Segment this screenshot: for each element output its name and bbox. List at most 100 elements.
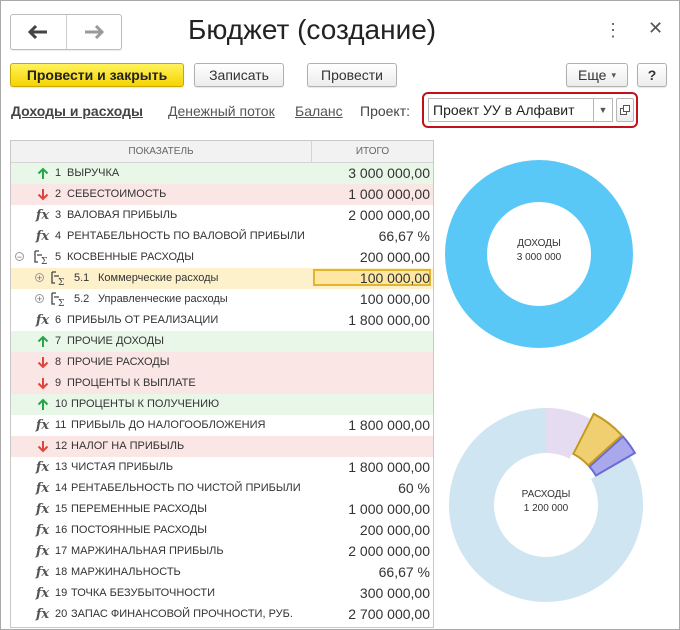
table-row[interactable]: fx 20 ЗАПАС ФИНАНСОВОЙ ПРОЧНОСТИ, РУБ. 2 70… — [11, 604, 433, 625]
row-total-value[interactable]: 1 000 000,00 — [348, 186, 430, 202]
arrow-up-icon — [34, 396, 51, 413]
table-row[interactable]: fx 16 ПОСТОЯННЫЕ РАСХОДЫ 200 000,00 — [11, 520, 433, 541]
post-and-close-button[interactable]: Провести и закрыть — [10, 63, 184, 87]
column-header-total[interactable]: ИТОГО — [312, 141, 433, 162]
nav-button-group — [10, 14, 122, 50]
row-number: 8 — [55, 356, 62, 368]
forward-button[interactable] — [65, 15, 122, 49]
donut-center-value: 1 200 000 — [524, 503, 569, 514]
row-total-value[interactable]: 100 000,00 — [360, 291, 430, 307]
help-button[interactable]: ? — [637, 63, 667, 87]
expand-icon[interactable]: + — [35, 273, 44, 283]
save-button[interactable]: Записать — [194, 63, 284, 87]
table-row[interactable]: − Σ 5 КОСВЕННЫЕ РАСХОДЫ 200 000,00 — [11, 247, 433, 268]
row-total-value[interactable]: 1 000 000,00 — [348, 501, 430, 517]
chevron-down-icon: ▼ — [598, 105, 608, 115]
row-number: 5 — [55, 251, 62, 263]
post-button[interactable]: Провести — [307, 63, 397, 87]
table-row[interactable]: fx 3 ВАЛОВАЯ ПРИБЫЛЬ 2 000 000,00 — [11, 205, 433, 226]
table-body: 1 ВЫРУЧКА 3 000 000,00 2 СЕБЕСТОИМОСТЬ 1 000 … — [11, 163, 433, 625]
table-row[interactable]: fx 14 РЕНТАБЕЛЬНОСТЬ ПО ЧИСТОЙ ПРИБЫЛИ 60 % — [11, 478, 433, 499]
expand-icon[interactable]: + — [35, 294, 44, 304]
row-number: 7 — [55, 335, 62, 347]
column-header-indicator[interactable]: ПОКАЗАТЕЛЬ — [11, 141, 312, 162]
tab-cash-flow[interactable]: Денежный поток — [168, 103, 275, 119]
project-input[interactable]: Проект УУ в Алфавит — [428, 98, 594, 122]
project-dropdown-button[interactable]: ▼ — [593, 98, 613, 122]
formula-icon: fx — [35, 586, 50, 601]
close-icon[interactable]: ✕ — [648, 18, 663, 39]
table-row[interactable]: fx 11 ПРИБЫЛЬ ДО НАЛОГООБЛОЖЕНИЯ 1 800 000,… — [11, 415, 433, 436]
row-total-value[interactable]: 100 000,00 — [360, 270, 430, 286]
svg-text:Σ: Σ — [58, 299, 64, 307]
row-indicator-name: Управленческие расходы — [98, 293, 228, 305]
row-total-value[interactable]: 1 800 000,00 — [348, 459, 430, 475]
donut-center-value: 3 000 000 — [517, 252, 562, 263]
row-total-value[interactable]: 66,67 % — [379, 228, 430, 244]
row-total-value[interactable]: 60 % — [398, 480, 430, 496]
row-number: 1 — [55, 167, 62, 179]
formula-icon: fx — [35, 229, 50, 244]
table-row[interactable]: 2 СЕБЕСТОИМОСТЬ 1 000 000,00 — [11, 184, 433, 205]
table-row[interactable]: 8 ПРОЧИЕ РАСХОДЫ — [11, 352, 433, 373]
row-number: 3 — [55, 209, 62, 221]
row-indicator-name: ПРОЧИЕ ДОХОДЫ — [67, 335, 164, 347]
row-total-value[interactable]: 200 000,00 — [360, 249, 430, 265]
row-indicator-name: ЗАПАС ФИНАНСОВОЙ ПРОЧНОСТИ, РУБ. — [71, 608, 293, 620]
arrow-right-icon — [84, 25, 104, 39]
group-sum-icon: Σ — [34, 249, 51, 266]
row-number: 19 — [55, 587, 68, 599]
formula-icon: fx — [35, 208, 50, 223]
arrow-down-icon — [34, 375, 51, 392]
table-row[interactable]: + Σ 5.2 Управленческие расходы 100 000,00 — [11, 289, 433, 310]
table-row[interactable]: fx 18 МАРЖИНАЛЬНОСТЬ 66,67 % — [11, 562, 433, 583]
table-row[interactable]: 7 ПРОЧИЕ ДОХОДЫ — [11, 331, 433, 352]
row-total-value[interactable]: 2 700 000,00 — [348, 606, 430, 622]
formula-icon: fx — [35, 481, 50, 496]
table-row[interactable]: fx 17 МАРЖИНАЛЬНАЯ ПРИБЫЛЬ 2 000 000,00 — [11, 541, 433, 562]
table-row[interactable]: fx 4 РЕНТАБЕЛЬНОСТЬ ПО ВАЛОВОЙ ПРИБЫЛИ 66,6… — [11, 226, 433, 247]
row-number: 18 — [55, 566, 68, 578]
row-number: 16 — [55, 524, 68, 536]
row-number: 11 — [55, 419, 67, 431]
row-total-value[interactable]: 300 000,00 — [360, 585, 430, 601]
formula-icon: fx — [35, 502, 50, 517]
table-row[interactable]: 1 ВЫРУЧКА 3 000 000,00 — [11, 163, 433, 184]
row-indicator-name: МАРЖИНАЛЬНАЯ ПРИБЫЛЬ — [71, 545, 224, 557]
tab-balance[interactable]: Баланс — [295, 103, 343, 119]
table-row[interactable]: + Σ 5.1 Коммерческие расходы 100 000,00 — [11, 268, 433, 289]
table-row[interactable]: 12 НАЛОГ НА ПРИБЫЛЬ — [11, 436, 433, 457]
row-total-value[interactable]: 200 000,00 — [360, 522, 430, 538]
formula-icon: fx — [35, 460, 50, 475]
project-open-button[interactable] — [616, 98, 634, 122]
row-total-value[interactable]: 1 800 000,00 — [348, 417, 430, 433]
formula-icon: fx — [35, 313, 50, 328]
table-row[interactable]: fx 19 ТОЧКА БЕЗУБЫТОЧНОСТИ 300 000,00 — [11, 583, 433, 604]
collapse-icon[interactable]: − — [15, 252, 24, 262]
group-sum-icon: Σ — [51, 291, 68, 308]
table-row[interactable]: fx 15 ПЕРЕМЕННЫЕ РАСХОДЫ 1 000 000,00 — [11, 499, 433, 520]
tab-income-expense[interactable]: Доходы и расходы — [11, 103, 143, 119]
row-indicator-name: ПРОЧИЕ РАСХОДЫ — [67, 356, 170, 368]
row-number: 20 — [55, 608, 68, 620]
row-total-value[interactable]: 1 800 000,00 — [348, 312, 430, 328]
table-row[interactable]: fx 6 ПРИБЫЛЬ ОТ РЕАЛИЗАЦИИ 1 800 000,00 — [11, 310, 433, 331]
row-indicator-name: РЕНТАБЕЛЬНОСТЬ ПО ВАЛОВОЙ ПРИБЫЛИ — [67, 230, 305, 242]
table-row[interactable]: 9 ПРОЦЕНТЫ К ВЫПЛАТЕ — [11, 373, 433, 394]
donut-center-label: ДОХОДЫ — [517, 238, 561, 249]
table-row[interactable]: fx 13 ЧИСТАЯ ПРИБЫЛЬ 1 800 000,00 — [11, 457, 433, 478]
post-button-label: Провести — [321, 67, 383, 83]
more-button[interactable]: Еще ▾ — [566, 63, 628, 87]
row-total-value[interactable]: 3 000 000,00 — [348, 165, 430, 181]
row-total-value[interactable]: 66,67 % — [379, 564, 430, 580]
row-number: 10 — [55, 398, 68, 410]
back-button[interactable] — [11, 15, 66, 49]
budget-table: ПОКАЗАТЕЛЬ ИТОГО 1 ВЫРУЧКА 3 000 000,00 2 СЕ… — [10, 140, 434, 628]
row-total-value[interactable]: 2 000 000,00 — [348, 207, 430, 223]
row-number: 4 — [55, 230, 62, 242]
table-header: ПОКАЗАТЕЛЬ ИТОГО — [11, 141, 433, 163]
row-number: 9 — [55, 377, 62, 389]
row-total-value[interactable]: 2 000 000,00 — [348, 543, 430, 559]
more-vertical-icon[interactable]: ⋮ — [604, 20, 622, 41]
table-row[interactable]: 10 ПРОЦЕНТЫ К ПОЛУЧЕНИЮ — [11, 394, 433, 415]
